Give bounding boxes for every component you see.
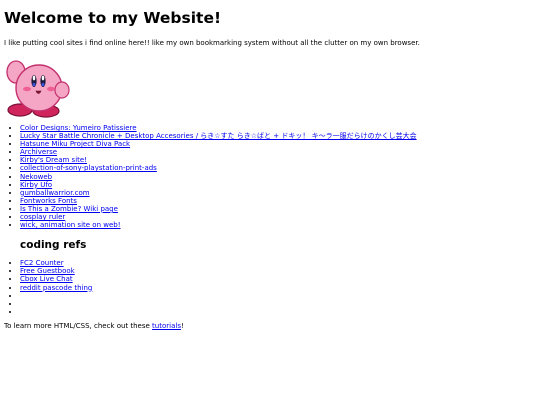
link-lucky-star[interactable]: Lucky Star Battle Chronicle + Desktop Ac…: [20, 132, 417, 140]
list-item: Free Guestbook: [20, 267, 536, 275]
list-item: Cbox Live Chat: [20, 275, 536, 283]
list-item: FC2 Counter: [20, 259, 536, 267]
link-playstation-print-ads[interactable]: collection-of-sony-playstation-print-ads: [20, 164, 157, 172]
link-cbox-live-chat[interactable]: Cbox Live Chat: [20, 275, 73, 283]
footer-suffix: !: [180, 321, 184, 330]
page-content: Welcome to my Website! I like putting co…: [4, 0, 536, 331]
list-item-empty: [20, 292, 536, 300]
kirby-image: [4, 56, 70, 118]
list-item: wick, animation site on web!: [20, 221, 536, 229]
list-item-empty: [20, 300, 536, 308]
list-item: Kirby Ufo: [20, 181, 536, 189]
list-item: collection-of-sony-playstation-print-ads: [20, 164, 536, 172]
footer-prefix: To learn more HTML/CSS, check out these: [4, 321, 153, 330]
list-item: Kirby's Dream site!: [20, 156, 536, 164]
footer-text: To learn more HTML/CSS, check out these …: [4, 322, 536, 331]
link-gumballwarrior[interactable]: gumballwarrior.com: [20, 189, 90, 197]
link-fontworks-fonts[interactable]: Fontworks Fonts: [20, 197, 77, 205]
link-wick-animation[interactable]: wick, animation site on web!: [20, 221, 121, 229]
link-cosplay-ruler[interactable]: cosplay ruler: [20, 213, 65, 221]
list-item: reddit pascode thing: [20, 284, 536, 292]
tutorials-link[interactable]: tutorials: [152, 322, 181, 330]
list-item: Lucky Star Battle Chronicle + Desktop Ac…: [20, 132, 536, 140]
link-reddit-pascode[interactable]: reddit pascode thing: [20, 284, 92, 292]
link-kirby-dream-site[interactable]: Kirby's Dream site!: [20, 156, 87, 164]
link-miku-diva-pack[interactable]: Hatsune Miku Project Diva Pack: [20, 140, 130, 148]
page-title: Welcome to my Website!: [4, 9, 222, 27]
list-item: cosplay ruler: [20, 213, 536, 221]
link-free-guestbook[interactable]: Free Guestbook: [20, 267, 75, 275]
list-item: Color Designs: Yumeiro Patissiere: [20, 124, 536, 132]
list-item: Fontworks Fonts: [20, 197, 536, 205]
link-fc2-counter[interactable]: FC2 Counter: [20, 259, 64, 267]
link-nekoweb[interactable]: Nekoweb: [20, 173, 52, 181]
coding-refs-heading: coding refs: [20, 239, 87, 252]
intro-text: I like putting cool sites i find online …: [4, 39, 420, 47]
list-item: Hatsune Miku Project Diva Pack: [20, 140, 536, 148]
link-color-designs[interactable]: Color Designs: Yumeiro Patissiere: [20, 124, 137, 132]
list-item: gumballwarrior.com: [20, 189, 536, 197]
list-item: Archiverse: [20, 148, 536, 156]
list-item: Nekoweb: [20, 173, 536, 181]
link-zombie-wiki[interactable]: Is This a Zombie? Wiki page: [20, 205, 118, 213]
link-archiverse[interactable]: Archiverse: [20, 148, 57, 156]
links-list: Color Designs: Yumeiro Patissiere Lucky …: [4, 124, 536, 229]
list-item-empty: [20, 308, 536, 316]
kirby-icon: [6, 60, 70, 118]
coding-refs-list: FC2 Counter Free Guestbook Cbox Live Cha…: [4, 259, 536, 316]
list-item: Is This a Zombie? Wiki page: [20, 205, 536, 213]
link-kirby-ufo[interactable]: Kirby Ufo: [20, 181, 52, 189]
